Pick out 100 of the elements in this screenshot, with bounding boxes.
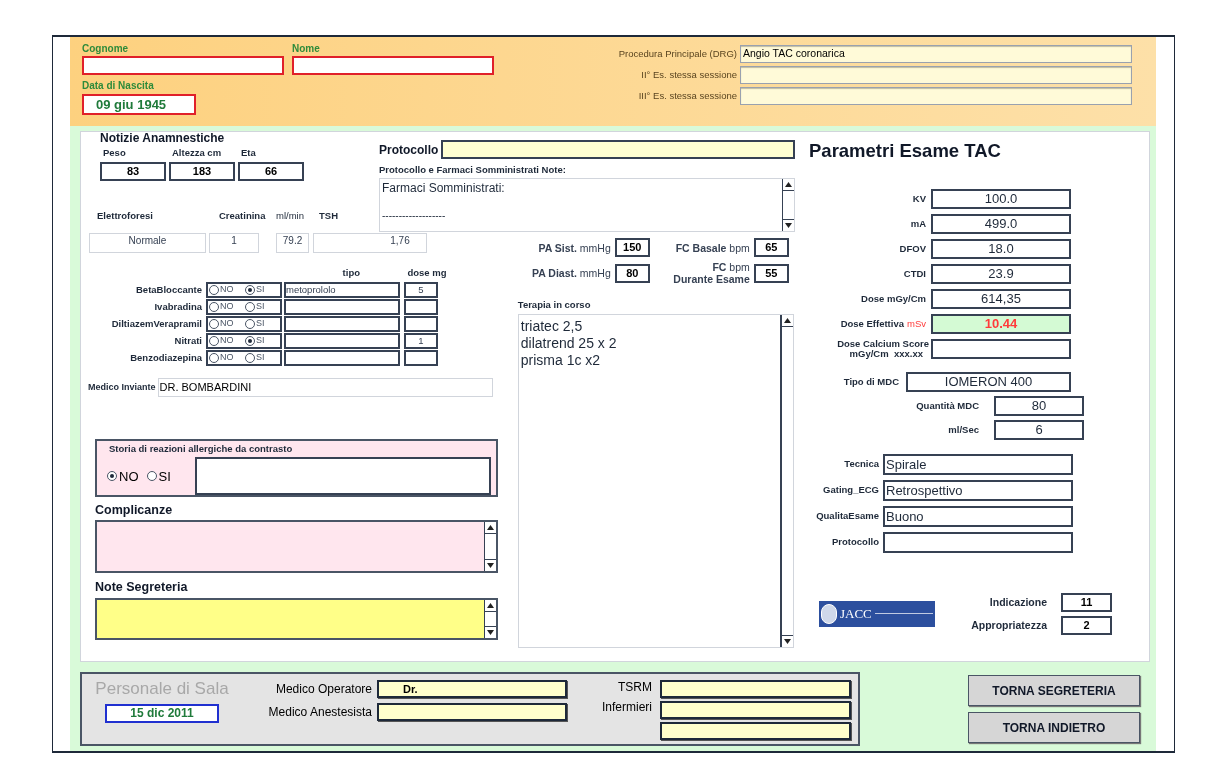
- date-field[interactable]: 15 dic 2011: [105, 704, 219, 723]
- field-label: Altezza cm: [171, 148, 223, 158]
- field-label: Indicazione: [988, 596, 1047, 608]
- number-field[interactable]: 83: [100, 161, 166, 181]
- text-field[interactable]: 1,76: [313, 233, 427, 253]
- number-field[interactable]: [404, 315, 438, 332]
- number-field[interactable]: 499.0: [931, 213, 1071, 234]
- notes-area[interactable]: Farmaci Somministrati: -------------------: [379, 177, 795, 232]
- radio-button[interactable]: [245, 284, 255, 295]
- field-label: Tipo di MDC: [842, 376, 899, 387]
- radio-group[interactable]: NO SI: [206, 332, 282, 349]
- text-area[interactable]: triatec 2,5 dilatrend 25 x 2 prisma 1c x2: [517, 313, 794, 648]
- down-arrow-icon[interactable]: [487, 629, 494, 635]
- option-label: NO: [220, 353, 234, 362]
- radio-button[interactable]: [146, 471, 157, 481]
- radio-button[interactable]: [209, 301, 219, 312]
- text-area[interactable]: [95, 597, 498, 640]
- nav-button[interactable]: TORNA SEGRETERIA: [968, 675, 1140, 706]
- radio-button[interactable]: [245, 352, 255, 363]
- text-field[interactable]: [660, 680, 851, 698]
- number-field[interactable]: [404, 349, 438, 366]
- up-arrow-icon[interactable]: [785, 181, 792, 187]
- radio-button[interactable]: [245, 318, 255, 329]
- number-field[interactable]: 614,35: [931, 288, 1071, 309]
- text-field[interactable]: [195, 457, 491, 495]
- protocol-field[interactable]: [441, 140, 795, 159]
- radio-group[interactable]: NO SI: [206, 315, 282, 332]
- field-label: Protocollo e Farmaci Somministrati Note:: [379, 165, 567, 175]
- radio-group[interactable]: NO SI: [206, 349, 282, 366]
- radio-button[interactable]: [107, 471, 117, 481]
- text-field[interactable]: Retrospettivo: [883, 479, 1073, 501]
- field-label: Elettroforesi: [97, 210, 154, 220]
- scrollbar[interactable]: [484, 522, 496, 571]
- field-label: Medico Operatore: [274, 683, 372, 695]
- number-field[interactable]: 80: [994, 395, 1084, 416]
- text-field[interactable]: 1: [209, 233, 259, 253]
- scrollbar[interactable]: [782, 178, 794, 231]
- number-field[interactable]: 1: [404, 332, 438, 349]
- number-field[interactable]: 150: [614, 238, 650, 257]
- text-area[interactable]: [95, 520, 498, 573]
- text-field[interactable]: [284, 332, 400, 349]
- number-field[interactable]: 66: [238, 161, 304, 181]
- option-label: NO: [119, 469, 139, 483]
- scrollbar[interactable]: [484, 599, 496, 638]
- number-field[interactable]: 6: [994, 419, 1084, 440]
- number-field[interactable]: 18.0: [931, 238, 1071, 259]
- number-field[interactable]: 100.0: [931, 188, 1071, 209]
- text-field[interactable]: Spirale: [883, 453, 1073, 475]
- number-field[interactable]: 11: [1061, 592, 1112, 612]
- text-field[interactable]: [377, 703, 567, 721]
- number-field[interactable]: 5: [404, 281, 438, 298]
- option-label: NO: [220, 319, 234, 328]
- up-arrow-icon[interactable]: [487, 602, 494, 608]
- up-arrow-icon[interactable]: [487, 525, 494, 530]
- text-field[interactable]: metoprololo: [284, 281, 400, 298]
- text-field[interactable]: [284, 298, 400, 315]
- radio-button[interactable]: [209, 284, 219, 295]
- number-field[interactable]: [931, 338, 1071, 359]
- nav-button[interactable]: TORNA INDIETRO: [968, 712, 1140, 743]
- scrollbar[interactable]: [780, 314, 793, 647]
- field-label: FC Basale bpm: [674, 241, 750, 254]
- text-field[interactable]: [284, 349, 400, 366]
- date-field[interactable]: 09 giu 1945: [82, 94, 196, 115]
- number-field[interactable]: 2: [1061, 615, 1112, 635]
- text-field[interactable]: [660, 722, 851, 740]
- text-field[interactable]: DR. BOMBARDINI: [157, 377, 493, 397]
- text-field[interactable]: Dr.: [377, 680, 567, 698]
- radio-group[interactable]: NO SI: [206, 281, 282, 298]
- down-arrow-icon[interactable]: [487, 563, 494, 568]
- number-field[interactable]: 65: [753, 238, 789, 257]
- number-field[interactable]: 23.9: [931, 263, 1071, 284]
- text-field[interactable]: 79.2: [276, 233, 309, 253]
- number-field[interactable]: 80: [614, 263, 650, 283]
- section-title: Personale di Sala: [95, 680, 229, 697]
- radio-button[interactable]: [209, 335, 219, 346]
- text-field[interactable]: Angio TAC coronarica: [740, 45, 1132, 63]
- text-field[interactable]: [740, 87, 1132, 105]
- radio-button[interactable]: [209, 352, 219, 363]
- radio-button[interactable]: [209, 318, 219, 329]
- down-arrow-icon[interactable]: [783, 638, 791, 644]
- text-field[interactable]: [740, 66, 1132, 84]
- radio-button[interactable]: [245, 301, 255, 312]
- text-field[interactable]: Normale: [89, 233, 206, 253]
- number-field[interactable]: 183: [169, 161, 235, 181]
- up-arrow-icon[interactable]: [783, 317, 791, 323]
- radio-button[interactable]: [245, 335, 255, 346]
- field-label: ml/Sec: [947, 424, 979, 435]
- text-field[interactable]: [660, 701, 851, 719]
- number-field[interactable]: 55: [753, 263, 789, 283]
- number-field[interactable]: [404, 298, 438, 315]
- field-label: Complicanze: [95, 503, 174, 516]
- text-field[interactable]: Buono: [883, 505, 1073, 527]
- text-field[interactable]: [284, 315, 400, 332]
- name-field[interactable]: [292, 56, 494, 75]
- surname-field[interactable]: [82, 56, 284, 75]
- radio-group[interactable]: NO SI: [206, 298, 282, 315]
- down-arrow-icon[interactable]: [785, 223, 792, 228]
- text-field[interactable]: [883, 531, 1073, 553]
- field-label: Nome: [292, 44, 321, 54]
- number-field[interactable]: IOMERON 400: [906, 371, 1071, 392]
